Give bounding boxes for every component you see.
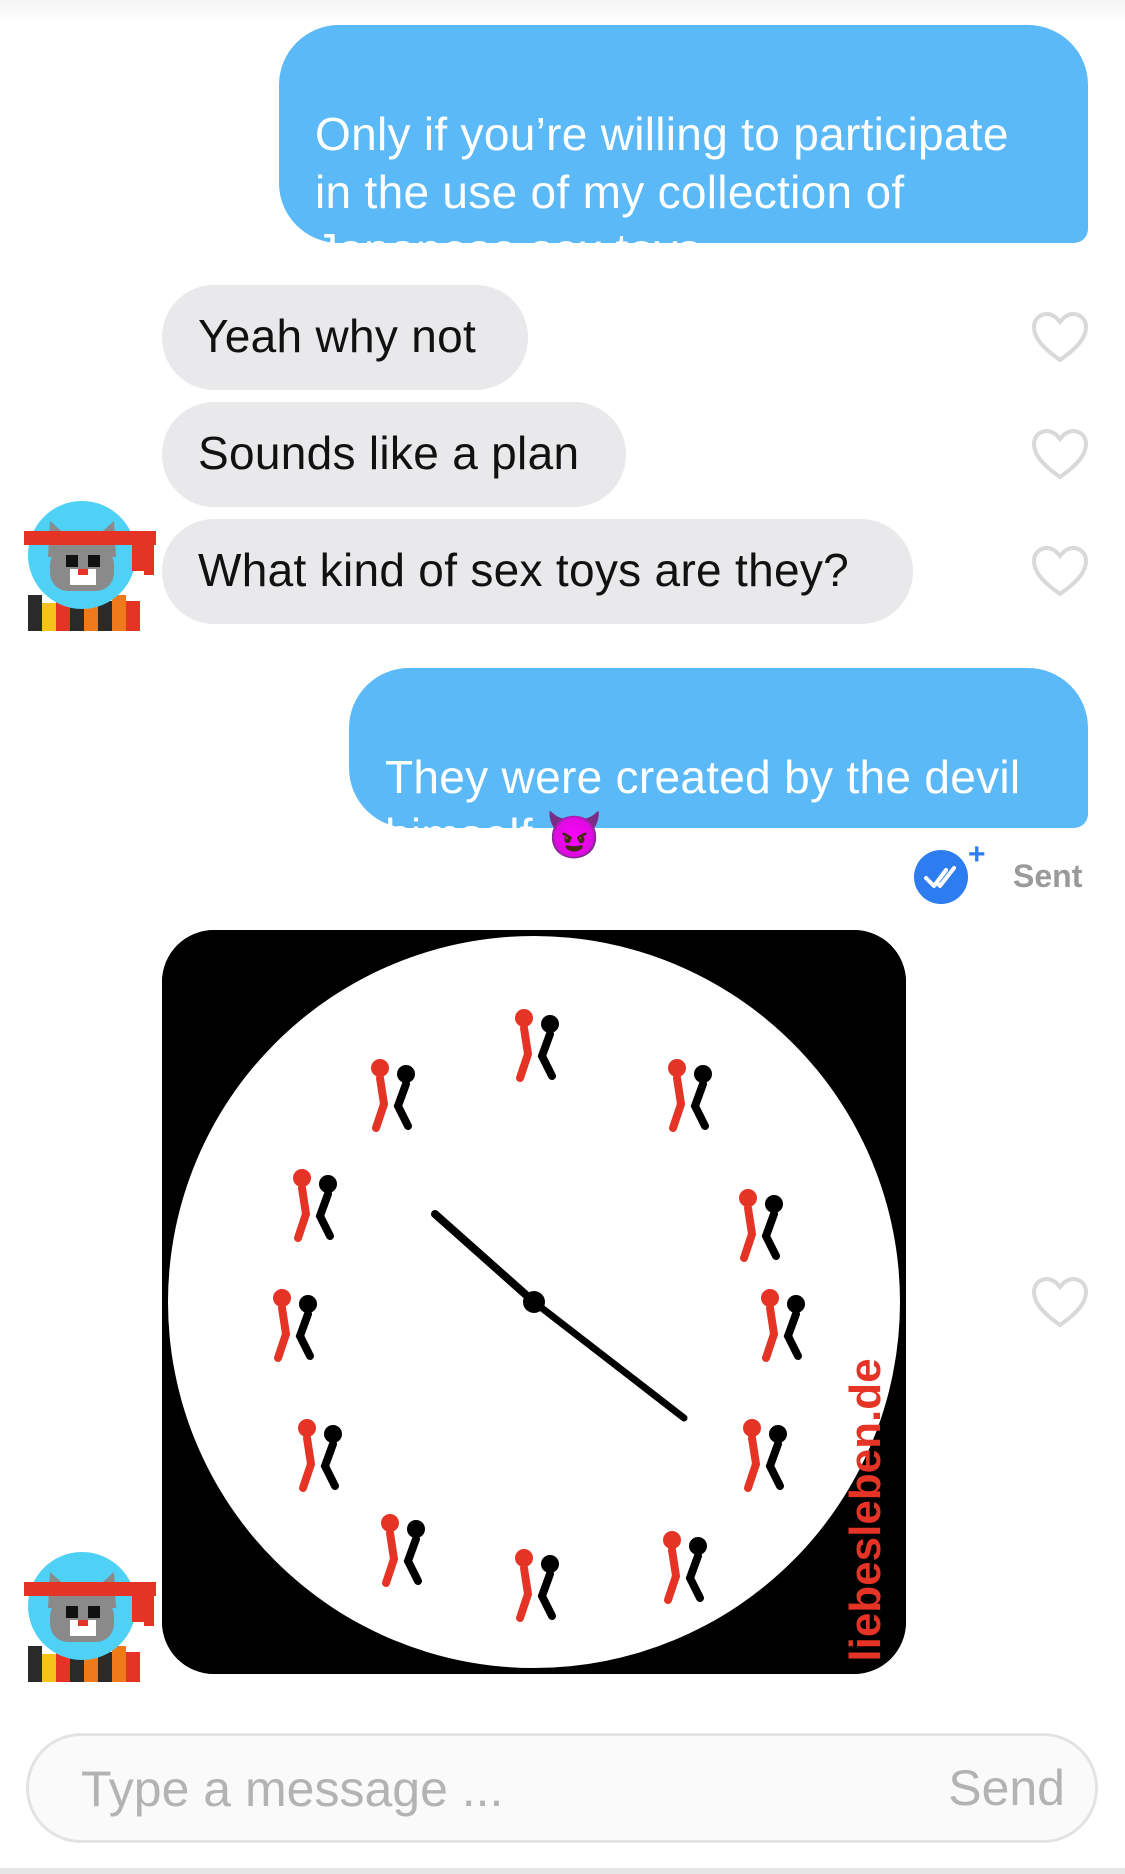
avatar[interactable] xyxy=(20,1548,160,1688)
heart-icon[interactable] xyxy=(1030,1275,1090,1329)
watermark: liebesleben.de xyxy=(841,1358,890,1661)
sent-status: Sent xyxy=(1013,858,1083,894)
heart-icon[interactable] xyxy=(1030,427,1090,481)
image-message[interactable]: liebesleben.de xyxy=(162,930,906,1674)
message-text: Yeah why not xyxy=(198,310,477,362)
heart-icon[interactable] xyxy=(1030,310,1090,364)
message-text: What kind of sex toys are they? xyxy=(198,544,850,596)
avatar[interactable] xyxy=(20,497,160,637)
clock-center xyxy=(523,1291,545,1313)
clock-image: liebesleben.de xyxy=(162,930,906,1674)
send-button[interactable]: Send xyxy=(948,1760,1065,1816)
plus-icon: + xyxy=(968,838,986,871)
heart-icon[interactable] xyxy=(1030,544,1090,598)
bottom-divider xyxy=(0,1868,1125,1874)
read-receipt-icon xyxy=(914,850,968,904)
message-text: Only if you’re willing to participate in… xyxy=(315,108,1009,276)
message-composer: Send xyxy=(26,1733,1098,1843)
message-input[interactable] xyxy=(79,1736,883,1842)
outgoing-message-bubble[interactable]: They were created by the devil himself 😈 xyxy=(349,668,1088,861)
incoming-message-bubble[interactable]: Yeah why not xyxy=(162,285,528,390)
outgoing-message-bubble[interactable]: Only if you’re willing to participate in… xyxy=(279,25,1088,276)
top-divider xyxy=(0,0,1125,22)
message-text: They were created by the devil himself 😈 xyxy=(385,751,1021,861)
incoming-message-bubble[interactable]: Sounds like a plan xyxy=(162,402,626,507)
incoming-message-bubble[interactable]: What kind of sex toys are they? xyxy=(162,519,913,624)
message-text: Sounds like a plan xyxy=(198,427,580,479)
